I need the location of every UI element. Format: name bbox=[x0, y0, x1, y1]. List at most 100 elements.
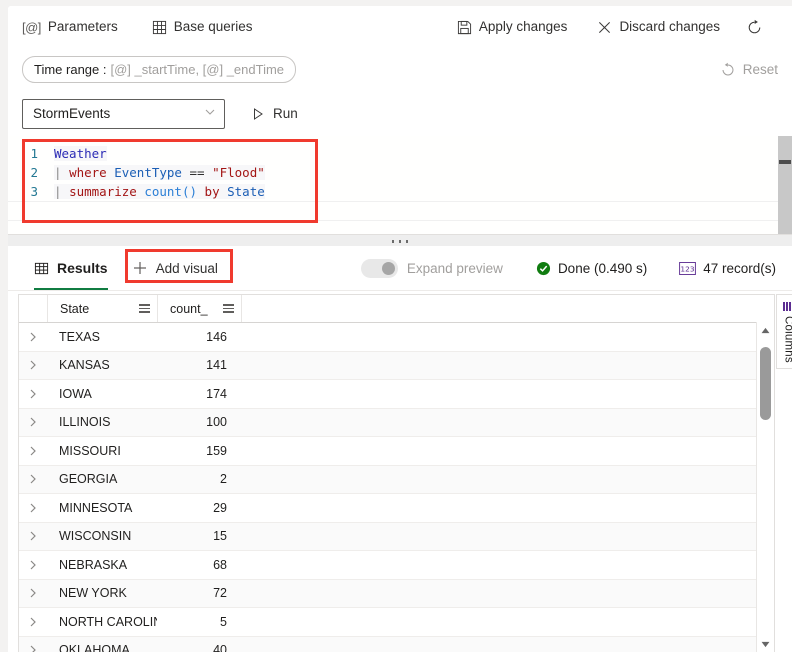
expand-preview-label: Expand preview bbox=[406, 260, 503, 276]
apply-changes-button[interactable]: Apply changes bbox=[449, 12, 576, 42]
table-row[interactable]: MISSOURI 159 bbox=[19, 437, 774, 466]
cell-state: KANSAS bbox=[59, 358, 110, 373]
table-row[interactable]: WISCONSIN 15 bbox=[19, 522, 774, 551]
row-expand-chevron-icon[interactable] bbox=[19, 352, 47, 380]
row-expand-chevron-icon[interactable] bbox=[19, 323, 47, 351]
run-label: Run bbox=[273, 106, 298, 121]
editor-scrollbar[interactable] bbox=[778, 136, 792, 234]
query-code[interactable]: 1 Weather 2 | where EventType == "Flood" 3 | … bbox=[8, 144, 265, 201]
table-row[interactable]: MINNESOTA 29 bbox=[19, 494, 774, 523]
cell-count: 5 bbox=[220, 614, 227, 629]
record-count: 123 47 record(s) bbox=[679, 261, 776, 276]
column-header-count-label: count_ bbox=[170, 301, 208, 316]
code-token: | bbox=[54, 184, 70, 199]
row-expand-chevron-icon[interactable] bbox=[19, 637, 47, 652]
tab-results[interactable]: Results bbox=[34, 247, 108, 290]
cell-state: NORTH CAROLINA bbox=[59, 614, 157, 629]
time-range-prefix: Time range : bbox=[34, 62, 107, 77]
base-queries-button[interactable]: Base queries bbox=[144, 12, 261, 42]
code-line: 1 Weather bbox=[8, 144, 265, 163]
scroll-up-icon[interactable] bbox=[757, 322, 774, 339]
cell-count: 40 bbox=[213, 643, 227, 652]
base-queries-label: Base queries bbox=[173, 19, 253, 35]
table-row[interactable]: OKLAHOMA 40 bbox=[19, 636, 774, 652]
toggle-switch[interactable] bbox=[360, 258, 398, 278]
discard-changes-button[interactable]: Discard changes bbox=[589, 12, 728, 42]
chevron-down-icon bbox=[204, 106, 216, 121]
grid-vertical-scrollbar[interactable] bbox=[756, 322, 774, 652]
scroll-down-icon[interactable] bbox=[757, 636, 774, 652]
columns-panel-tab[interactable]: Columns bbox=[776, 294, 792, 369]
table-row[interactable]: GEORGIA 2 bbox=[19, 465, 774, 494]
code-line-text: Weather bbox=[54, 146, 107, 161]
code-line-text: | summarize count() by State bbox=[54, 184, 265, 199]
cell-state: MINNESOTA bbox=[59, 500, 133, 515]
discard-changes-label: Discard changes bbox=[619, 19, 720, 35]
code-token: == bbox=[189, 165, 213, 180]
table-row[interactable]: NORTH CAROLINA 5 bbox=[19, 608, 774, 637]
column-menu-icon[interactable] bbox=[139, 304, 150, 313]
refresh-button[interactable] bbox=[738, 12, 778, 42]
database-select[interactable]: StormEvents bbox=[22, 98, 225, 129]
row-expand-chevron-icon[interactable] bbox=[19, 551, 47, 579]
reset-label: Reset bbox=[742, 62, 778, 77]
row-expand-chevron-icon[interactable] bbox=[19, 494, 47, 522]
reset-button[interactable]: Reset bbox=[720, 62, 778, 78]
row-expand-chevron-icon[interactable] bbox=[19, 466, 47, 494]
table-icon bbox=[34, 261, 49, 276]
cell-count: 72 bbox=[213, 586, 227, 601]
table-row[interactable]: IOWA 174 bbox=[19, 380, 774, 409]
cell-count: 146 bbox=[206, 329, 227, 344]
cell-count: 2 bbox=[220, 472, 227, 487]
row-expand-chevron-icon[interactable] bbox=[19, 380, 47, 408]
close-icon bbox=[597, 20, 612, 35]
cell-state: WISCONSIN bbox=[59, 529, 132, 544]
row-expand-chevron-icon[interactable] bbox=[19, 580, 47, 608]
code-token: "Flood" bbox=[212, 165, 265, 180]
cell-count: 159 bbox=[206, 443, 227, 458]
table-row[interactable]: KANSAS 141 bbox=[19, 351, 774, 380]
code-token: count() bbox=[144, 184, 205, 199]
expand-preview-toggle[interactable]: Expand preview bbox=[360, 258, 503, 278]
query-editor[interactable]: 1 Weather 2 | where EventType == "Flood" 3 | … bbox=[8, 136, 792, 234]
row-expand-chevron-icon[interactable] bbox=[19, 608, 47, 636]
results-grid: State count_ TEXAS 146 KANSAS 141 IOWA 174 ILL… bbox=[18, 294, 775, 652]
cell-state: MISSOURI bbox=[59, 443, 121, 458]
column-menu-icon[interactable] bbox=[223, 304, 234, 313]
table-row[interactable]: NEBRASKA 68 bbox=[19, 551, 774, 580]
code-line: 3 | summarize count() by State bbox=[8, 182, 265, 201]
database-select-value: StormEvents bbox=[33, 106, 111, 121]
table-row[interactable]: TEXAS 146 bbox=[19, 323, 774, 352]
cell-count: 15 bbox=[213, 529, 227, 544]
column-header-count[interactable]: count_ bbox=[158, 295, 242, 322]
grid-scrollbar-thumb[interactable] bbox=[760, 347, 771, 420]
code-token: summarize bbox=[69, 184, 145, 199]
row-expand-chevron-icon[interactable] bbox=[19, 437, 47, 465]
cell-state: NEW YORK bbox=[59, 586, 127, 601]
apply-changes-label: Apply changes bbox=[478, 19, 568, 35]
cell-count: 174 bbox=[206, 386, 227, 401]
run-button[interactable]: Run bbox=[243, 99, 306, 129]
query-status: Done (0.490 s) bbox=[536, 261, 647, 276]
save-icon bbox=[457, 20, 472, 35]
table-row[interactable]: NEW YORK 72 bbox=[19, 579, 774, 608]
time-range-pill[interactable]: Time range : [@] _startTime, [@] _endTim… bbox=[22, 56, 297, 83]
code-line-number: 3 bbox=[30, 184, 38, 199]
cell-state: ILLINOIS bbox=[59, 415, 111, 430]
row-expand-chevron-icon[interactable] bbox=[19, 409, 47, 437]
column-header-state[interactable]: State bbox=[48, 295, 158, 322]
cell-count: 100 bbox=[206, 415, 227, 430]
query-bar: StormEvents Run bbox=[8, 91, 792, 136]
columns-panel-label: Columns bbox=[782, 316, 792, 363]
code-line: 2 | where EventType == "Flood" bbox=[8, 163, 265, 182]
add-visual-button[interactable]: Add visual bbox=[124, 253, 226, 283]
parameters-button[interactable]: [@] Parameters bbox=[14, 12, 126, 42]
editor-scrollbar-thumb[interactable] bbox=[779, 160, 791, 164]
code-line-number: 2 bbox=[30, 165, 38, 180]
cell-state: TEXAS bbox=[59, 329, 100, 344]
table-row[interactable]: ILLINOIS 100 bbox=[19, 408, 774, 437]
results-toolbar: Results Add visual Expand preview Done (… bbox=[8, 246, 792, 291]
number-badge-icon: 123 bbox=[679, 261, 697, 275]
code-token: | bbox=[54, 165, 70, 180]
row-expand-chevron-icon[interactable] bbox=[19, 523, 47, 551]
